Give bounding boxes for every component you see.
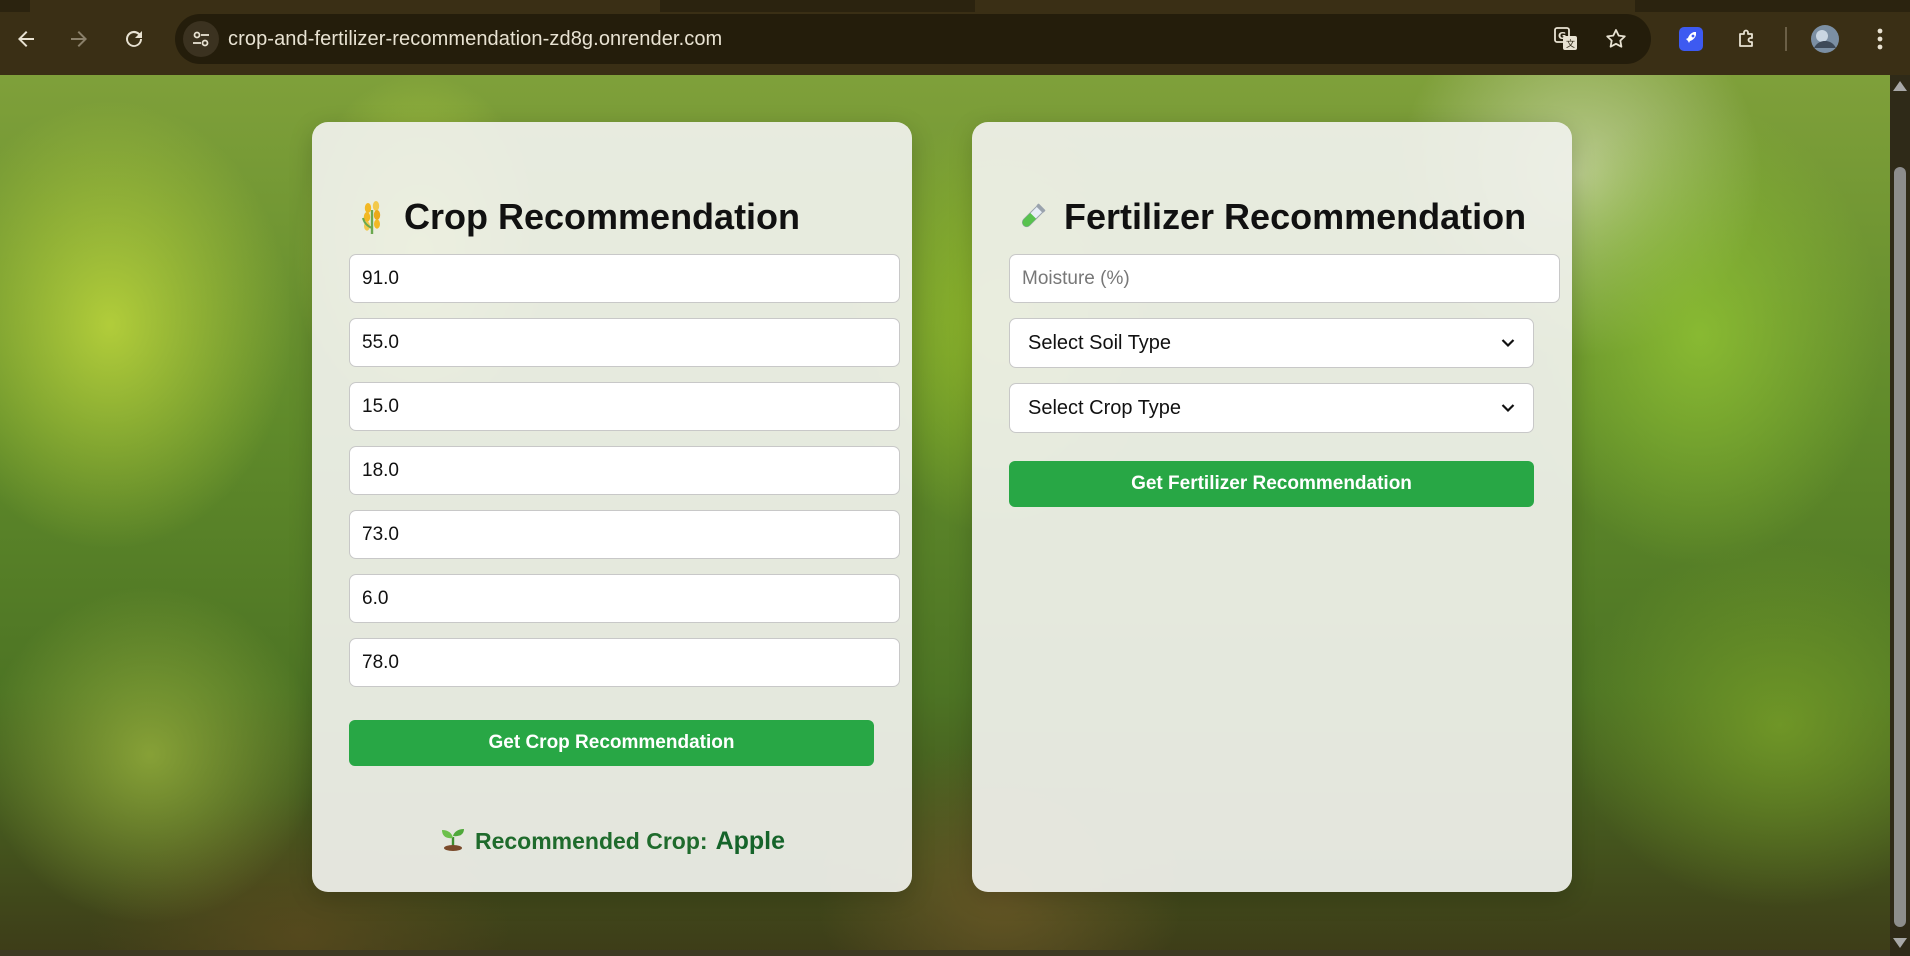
phosphorus-input[interactable]: 55.0: [349, 318, 900, 367]
puzzle-icon: [1739, 29, 1753, 47]
crop-type-select[interactable]: Select Crop Type: [1009, 383, 1534, 433]
fertilizer-card-title: Fertilizer Recommendation: [1064, 196, 1527, 237]
scrollbar-thumb[interactable]: [1894, 167, 1906, 927]
tab-strip: [0, 0, 1910, 12]
translate-icon: G 文: [1554, 27, 1577, 50]
translate-button[interactable]: G 文: [1553, 26, 1579, 52]
fertilizer-card-header: Fertilizer Recommendation: [1016, 196, 1526, 238]
rainfall-input[interactable]: 78.0: [349, 638, 900, 687]
potassium-input[interactable]: 15.0: [349, 382, 900, 431]
scroll-up-arrow[interactable]: [1893, 81, 1907, 91]
page-scrollbar[interactable]: [1890, 75, 1910, 956]
forward-button[interactable]: [60, 20, 98, 58]
site-info-button[interactable]: [183, 21, 219, 57]
crop-card-title: Crop Recommendation: [404, 196, 801, 237]
get-fertilizer-recommendation-button[interactable]: Get Fertilizer Recommendation: [1009, 461, 1534, 507]
arrow-right-icon: [71, 31, 87, 47]
test-tube-icon: [1016, 197, 1048, 237]
tab[interactable]: [975, 0, 1635, 12]
soil-type-select[interactable]: Select Soil Type: [1009, 318, 1534, 368]
humidity-input[interactable]: 73.0: [349, 510, 900, 559]
star-icon: [1606, 29, 1626, 48]
avatar-icon: [1811, 25, 1839, 53]
profile-button[interactable]: [1808, 22, 1842, 56]
url-text[interactable]: crop-and-fertilizer-recommendation-zd8g.…: [228, 28, 722, 51]
arrow-left-icon: [18, 31, 34, 47]
moisture-input[interactable]: Moisture (%): [1009, 254, 1560, 303]
tune-icon: [193, 31, 209, 47]
address-bar[interactable]: crop-and-fertilizer-recommendation-zd8g.…: [175, 14, 1651, 64]
extension-app-button[interactable]: [1674, 22, 1708, 56]
toolbar-divider: [1785, 27, 1787, 51]
reload-button[interactable]: [115, 20, 153, 58]
tab[interactable]: [30, 0, 660, 12]
bookmark-button[interactable]: [1603, 26, 1629, 52]
bottom-edge: [0, 950, 1890, 956]
browser-toolbar: crop-and-fertilizer-recommendation-zd8g.…: [0, 0, 1910, 75]
crop-type-select-value: Select Crop Type: [1028, 396, 1182, 419]
temperature-input[interactable]: 18.0: [349, 446, 900, 495]
fertilizer-recommendation-card: Fertilizer Recommendation Moisture (%) S…: [972, 122, 1572, 892]
chrome-menu-button[interactable]: [1863, 22, 1897, 56]
scroll-down-arrow[interactable]: [1893, 938, 1907, 948]
page-viewport: Crop Recommendation 91.0 55.0 15.0 18.0 …: [0, 75, 1890, 956]
crop-card-header: Crop Recommendation: [356, 196, 800, 238]
kebab-menu-icon: [1877, 28, 1883, 50]
extensions-button[interactable]: [1730, 22, 1764, 56]
soil-type-select-value: Select Soil Type: [1028, 331, 1172, 354]
seedling-icon: [439, 825, 467, 857]
chevron-down-icon: [1501, 404, 1515, 413]
crop-recommendation-card: Crop Recommendation 91.0 55.0 15.0 18.0 …: [312, 122, 912, 892]
ph-input[interactable]: 6.0: [349, 574, 900, 623]
svg-text:文: 文: [1566, 38, 1575, 50]
rocket-extension-icon: [1679, 27, 1703, 51]
nitrogen-input[interactable]: 91.0: [349, 254, 900, 303]
back-button[interactable]: [7, 20, 45, 58]
get-crop-recommendation-button[interactable]: Get Crop Recommendation: [349, 720, 874, 766]
chevron-down-icon: [1501, 339, 1515, 348]
result-label: Recommended Crop:: [474, 827, 708, 854]
reload-icon: [126, 30, 142, 47]
result-value: Apple: [715, 826, 786, 855]
crop-result: Recommended Crop: Apple: [312, 825, 912, 857]
wheat-icon: [356, 197, 388, 237]
